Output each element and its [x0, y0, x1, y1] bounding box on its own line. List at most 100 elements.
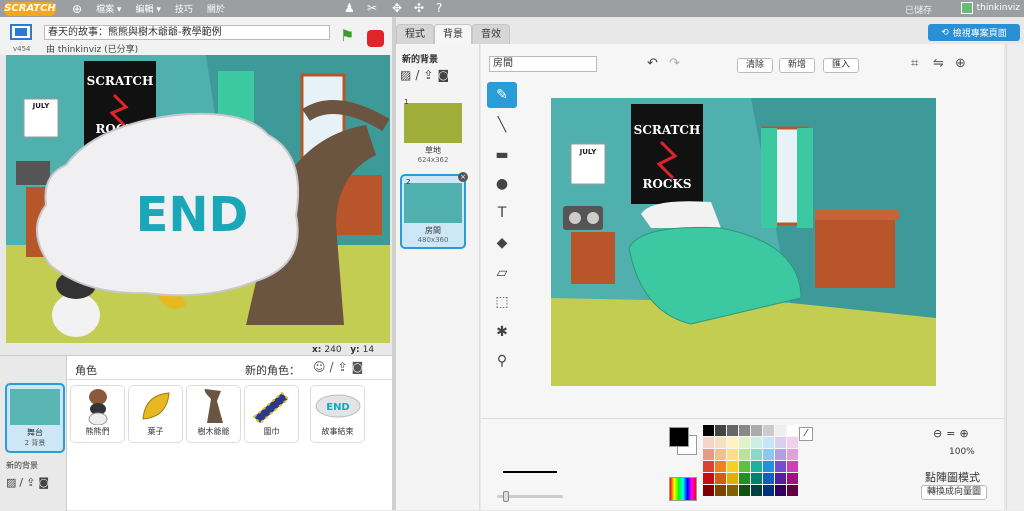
- add-button[interactable]: 新增: [779, 58, 816, 73]
- backdrop-library-icon[interactable]: ▨: [6, 476, 19, 489]
- palette-swatch[interactable]: [739, 473, 750, 484]
- palette-swatch[interactable]: [739, 485, 750, 496]
- rectangle-tool-icon[interactable]: ▬: [487, 142, 517, 168]
- stage-thumbnail[interactable]: 舞台 2 背景: [5, 383, 65, 453]
- palette-swatch[interactable]: [715, 449, 726, 460]
- palette-swatch[interactable]: [787, 461, 798, 472]
- backdrop-item-grass[interactable]: 1 草地 624x362: [400, 96, 466, 171]
- palette-swatch[interactable]: [787, 425, 798, 436]
- scratch-logo[interactable]: SCRATCH: [4, 1, 56, 16]
- text-tool-icon[interactable]: T: [487, 200, 517, 226]
- palette-swatch[interactable]: [775, 473, 786, 484]
- backdrop-library-icon-2[interactable]: ▨: [400, 68, 415, 82]
- palette-swatch[interactable]: [787, 473, 798, 484]
- palette-swatch[interactable]: [775, 449, 786, 460]
- menu-about[interactable]: 關於: [207, 2, 225, 15]
- camera-icon[interactable]: ◙: [38, 476, 52, 489]
- duplicate-stamp-icon[interactable]: ♟: [344, 1, 355, 15]
- palette-swatch[interactable]: [787, 485, 798, 496]
- sprite-tree[interactable]: 樹木爺爺: [186, 385, 241, 443]
- magic-select-tool-icon[interactable]: ✱: [487, 319, 517, 345]
- menu-edit[interactable]: 編輯 ▾: [135, 2, 160, 15]
- line-width-slider[interactable]: [497, 491, 563, 502]
- foreground-color-swatch[interactable]: [669, 427, 689, 447]
- tab-scripts[interactable]: 程式: [396, 24, 434, 44]
- ellipse-tool-icon[interactable]: ●: [487, 171, 517, 197]
- undo-icon[interactable]: ↶: [647, 56, 658, 71]
- palette-swatch[interactable]: [763, 425, 774, 436]
- palette-swatch[interactable]: [703, 473, 714, 484]
- palette-swatch[interactable]: [703, 461, 714, 472]
- menu-file[interactable]: 檔案 ▾: [96, 2, 121, 15]
- crop-icon[interactable]: ⌗: [911, 56, 918, 71]
- stamp-tool-icon[interactable]: ⚲: [487, 348, 517, 374]
- palette-swatch[interactable]: [727, 437, 738, 448]
- green-flag-icon[interactable]: ⚑: [340, 26, 354, 45]
- eyedropper-icon[interactable]: ⁄: [799, 427, 813, 441]
- zoom-in-icon[interactable]: ⊕: [959, 427, 972, 440]
- palette-swatch[interactable]: [715, 485, 726, 496]
- zoom-out-icon[interactable]: ⊖: [933, 427, 946, 440]
- color-spectrum-button[interactable]: [669, 477, 697, 501]
- globe-icon[interactable]: ⊕: [72, 2, 82, 16]
- palette-swatch[interactable]: [751, 437, 762, 448]
- palette-swatch[interactable]: [751, 485, 762, 496]
- stop-button[interactable]: [367, 30, 384, 47]
- palette-swatch[interactable]: [715, 473, 726, 484]
- palette-swatch[interactable]: [715, 437, 726, 448]
- delete-icon[interactable]: ×: [458, 172, 468, 182]
- user-menu[interactable]: thinkinviz: [960, 2, 1020, 14]
- import-button[interactable]: 匯入: [823, 58, 860, 73]
- menu-tips[interactable]: 技巧: [175, 2, 193, 15]
- palette-swatch[interactable]: [787, 437, 798, 448]
- palette-swatch[interactable]: [763, 473, 774, 484]
- grow-icon[interactable]: ✥: [392, 1, 402, 15]
- palette-swatch[interactable]: [703, 425, 714, 436]
- palette-swatch[interactable]: [751, 425, 762, 436]
- palette-swatch[interactable]: [763, 461, 774, 472]
- palette-swatch[interactable]: [703, 485, 714, 496]
- brush-tool-icon[interactable]: ✎: [487, 82, 517, 108]
- upload-icon[interactable]: ⇪: [26, 476, 38, 489]
- sprite-bears[interactable]: 熊熊們: [70, 385, 125, 443]
- palette-swatch[interactable]: [763, 437, 774, 448]
- palette-swatch[interactable]: [727, 449, 738, 460]
- help-icon[interactable]: ?: [436, 1, 442, 15]
- palette-swatch[interactable]: [763, 449, 774, 460]
- palette-swatch[interactable]: [751, 461, 762, 472]
- convert-to-vector-button[interactable]: 轉換成向量圖: [921, 485, 987, 500]
- select-tool-icon[interactable]: ⬚: [487, 289, 517, 315]
- palette-swatch[interactable]: [715, 425, 726, 436]
- costume-name-input[interactable]: 房間: [489, 56, 597, 72]
- upload-sprite-icon[interactable]: ⇪: [338, 360, 352, 374]
- palette-swatch[interactable]: [727, 425, 738, 436]
- palette-swatch[interactable]: [763, 485, 774, 496]
- palette-swatch[interactable]: [727, 461, 738, 472]
- palette-swatch[interactable]: [727, 473, 738, 484]
- camera-sprite-icon[interactable]: ◙: [352, 360, 368, 374]
- sprite-leaf[interactable]: 葉子: [128, 385, 183, 443]
- see-project-page-button[interactable]: ⟲ 檢視專案頁面: [928, 24, 1020, 41]
- clear-button[interactable]: 清除: [737, 58, 774, 73]
- palette-swatch[interactable]: [775, 461, 786, 472]
- palette-swatch[interactable]: [751, 473, 762, 484]
- sprite-library-icon[interactable]: ☺: [313, 360, 330, 374]
- project-title-input[interactable]: 春天的故事：熊熊與樹木爺爺-教學範例: [44, 25, 330, 40]
- paint-canvas[interactable]: SCRATCH ROCKS JULY: [551, 98, 936, 386]
- palette-swatch[interactable]: [787, 449, 798, 460]
- sprite-story-end[interactable]: END 故事結束: [310, 385, 365, 443]
- palette-swatch[interactable]: [739, 449, 750, 460]
- slider-knob[interactable]: [503, 491, 509, 502]
- eraser-tool-icon[interactable]: ▱: [487, 260, 517, 286]
- palette-swatch[interactable]: [775, 485, 786, 496]
- palette-swatch[interactable]: [703, 449, 714, 460]
- upload-icon-2[interactable]: ⇪: [423, 68, 437, 82]
- sprite-scarf[interactable]: 圍巾: [244, 385, 299, 443]
- cut-scissors-icon[interactable]: ✂: [367, 1, 377, 15]
- tab-sounds[interactable]: 音效: [472, 24, 510, 44]
- stage-canvas[interactable]: SCRATCH ROCKS JULY END: [6, 55, 390, 343]
- backdrop-item-room[interactable]: 2 × 房間 480x360: [400, 172, 468, 249]
- tab-backdrops[interactable]: 背景: [434, 24, 472, 44]
- line-tool-icon[interactable]: ╲: [487, 112, 517, 138]
- editor-scrollbar[interactable]: [1006, 44, 1024, 510]
